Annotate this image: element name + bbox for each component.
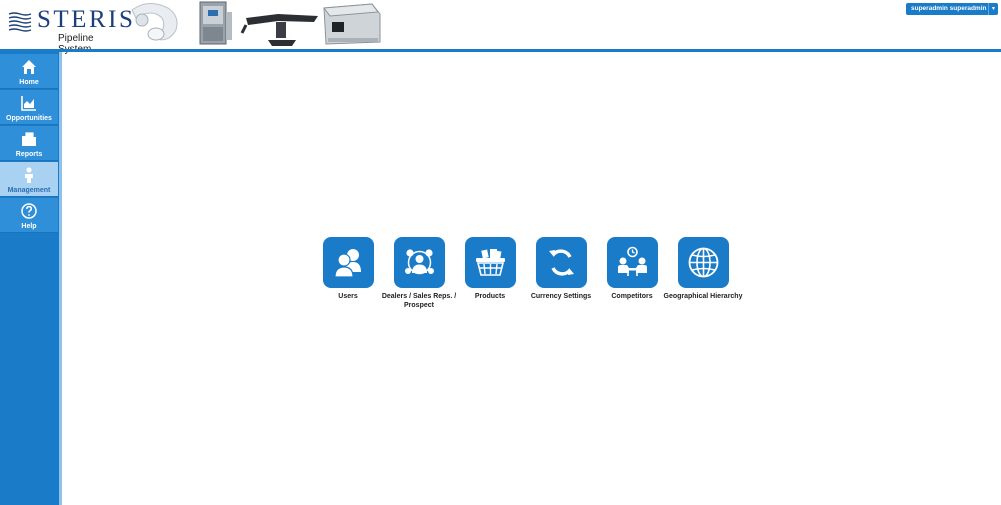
person-icon [25, 167, 33, 183]
sidebar-item-home[interactable]: Home [0, 54, 58, 89]
product-images [131, 1, 381, 46]
competitors-icon [618, 246, 647, 276]
tile-competitors-button[interactable] [607, 237, 658, 288]
refresh-icon [549, 249, 574, 276]
tile-dealers-button[interactable] [394, 237, 445, 288]
sidebar-item-label: Management [7, 187, 51, 194]
header-divider [0, 49, 1001, 52]
tile-currency-settings-button[interactable] [536, 237, 587, 288]
tile-label: Geographical Hierarchy [663, 293, 743, 300]
sidebar-item-reports[interactable]: Reports [0, 126, 58, 161]
app-header: STERIS Pipeline System [0, 0, 1001, 55]
sidebar-item-label: Home [19, 79, 39, 86]
logo-waves-icon [8, 12, 32, 32]
brand-name: STERIS [37, 6, 136, 33]
user-menu-button[interactable]: superadmin superadmin ▼ [906, 3, 998, 15]
help-icon [21, 203, 37, 219]
home-icon [22, 60, 36, 74]
users-icon [334, 249, 361, 278]
sidebar-edge [59, 52, 62, 505]
washer-image [323, 3, 381, 45]
sidebar-item-label: Help [21, 223, 37, 230]
basket-icon [476, 249, 505, 276]
sterilizer-image [199, 1, 232, 45]
sidebar-item-label: Reports [15, 151, 43, 158]
tile-users-button[interactable] [323, 237, 374, 288]
chevron-down-icon[interactable]: ▼ [988, 3, 998, 15]
surgical-light-image [131, 3, 178, 41]
tile-geographical-hierarchy-button[interactable] [678, 237, 729, 288]
network-icon [405, 249, 434, 275]
tile-products-button[interactable] [465, 237, 516, 288]
chart-icon [21, 96, 36, 111]
globe-icon [688, 247, 719, 278]
sidebar-item-help[interactable]: Help [0, 198, 58, 233]
user-name: superadmin superadmin [911, 5, 987, 12]
sidebar-item-opportunities[interactable]: Opportunities [0, 90, 58, 125]
steris-logo[interactable]: STERIS Pipeline System [8, 6, 133, 55]
folder-icon [22, 131, 36, 146]
sidebar-item-label: Opportunities [6, 115, 52, 122]
surgical-table-image [240, 14, 318, 46]
sidebar-item-management[interactable]: Management [0, 162, 58, 197]
